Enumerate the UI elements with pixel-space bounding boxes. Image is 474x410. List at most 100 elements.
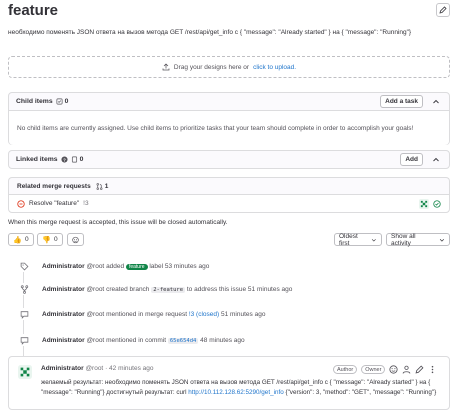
related-merge-requests-header: Related merge requests 1	[8, 177, 450, 194]
comment-icon	[18, 308, 30, 320]
avatar[interactable]	[18, 365, 32, 379]
comment-handle: @root	[85, 365, 104, 372]
comment-actions: Author Owner	[333, 365, 437, 374]
event-text: created branch	[106, 285, 150, 293]
comment-author[interactable]: Administrator	[41, 365, 84, 372]
upload-icon	[162, 63, 170, 71]
linked-items-header: Linked items ? 0 Add	[9, 151, 449, 168]
child-items-title: Child items	[16, 98, 53, 105]
collapse-linked-items-button[interactable]	[429, 153, 442, 166]
edit-button[interactable]	[436, 3, 450, 17]
event-text: added	[106, 262, 125, 270]
user-icon[interactable]	[402, 365, 411, 374]
smiley-icon	[72, 236, 79, 243]
comment-icon	[18, 334, 30, 346]
closed-icon	[17, 199, 25, 208]
comment-text: "message": "Running"} достигнутый резуль…	[41, 389, 187, 396]
merge-request-item[interactable]: Resolve "feature" !3	[8, 194, 450, 213]
pencil-icon[interactable]	[415, 365, 424, 374]
event-time: 51 minutes ago	[220, 310, 266, 318]
linked-items-count-value: 0	[79, 156, 84, 163]
avatar	[419, 198, 429, 209]
activity-filter-dropdown[interactable]: Show all activity	[386, 232, 450, 247]
chevron-up-icon	[432, 157, 439, 161]
thumbs-up-button[interactable]: 👍 0	[8, 233, 34, 246]
task-icon	[56, 98, 63, 105]
child-items-count: 0	[56, 98, 69, 105]
upload-link[interactable]: click to upload.	[253, 64, 296, 71]
author-badge: Author	[333, 365, 358, 374]
sort-dropdown[interactable]: Oldest first	[334, 232, 382, 247]
branch-icon	[18, 283, 30, 295]
branch-name[interactable]: 2-feature	[151, 286, 186, 293]
author-name[interactable]: Administrator	[42, 286, 85, 293]
page-title: feature	[8, 2, 59, 19]
issue-description: необходимо поменять JSON ответа на вызов…	[8, 29, 412, 36]
child-items-count-value: 0	[64, 98, 69, 105]
author-name[interactable]: Administrator	[42, 263, 85, 270]
commit-link[interactable]: 65e654d4	[167, 337, 199, 344]
link-icon	[71, 156, 77, 163]
author-name[interactable]: Administrator	[42, 337, 85, 344]
sort-label: Oldest first	[339, 232, 358, 247]
linked-items-title: Linked items	[16, 156, 58, 163]
owner-badge: Owner	[361, 365, 386, 374]
comment-card: Administrator @root · 42 minutes ago Aut…	[8, 356, 450, 410]
chevron-down-icon	[440, 238, 445, 242]
timeline-item: Administrator @root mentioned in commit …	[18, 334, 245, 346]
svg-text:?: ?	[63, 157, 66, 162]
child-items-empty-text: No child items are currently assigned. U…	[17, 124, 414, 132]
thumbs-down-button[interactable]: 👎 0	[37, 233, 63, 246]
add-linked-item-button[interactable]: Add	[400, 153, 423, 166]
add-task-button[interactable]: Add a task	[380, 95, 423, 108]
event-time: to address this issue 51 minutes ago	[186, 285, 293, 293]
related-mr-count: 1	[96, 182, 109, 190]
child-items-card: Child items 0 Add a task No child items …	[8, 92, 450, 145]
merge-request-note: When this merge request is accepted, thi…	[8, 219, 228, 226]
related-mr-title: Related merge requests	[17, 182, 91, 190]
chevron-down-icon	[372, 238, 377, 242]
author-handle: @root	[86, 262, 105, 270]
label-badge[interactable]: feature	[125, 263, 148, 270]
event-time: label 53 minutes ago	[149, 262, 210, 270]
status-success-icon	[433, 199, 441, 208]
dropzone-text: Drag your designs here or	[173, 63, 250, 71]
thumbs-up-count: 0	[25, 236, 29, 243]
thumbs-down-icon: 👎	[42, 236, 52, 244]
timeline-item: Administrator @root created branch 2-fea…	[18, 283, 292, 295]
author-handle: @root	[86, 336, 105, 344]
pencil-icon	[439, 6, 447, 14]
comment-header: Administrator @root · 42 minutes ago	[41, 365, 153, 372]
merge-request-link[interactable]: !3 (closed)	[189, 311, 219, 318]
author-handle: @root	[86, 310, 105, 318]
activity-filter-label: Show all activity	[391, 232, 416, 247]
author-name[interactable]: Administrator	[42, 311, 85, 318]
event-text: mentioned in merge request	[106, 310, 187, 318]
timeline-item: Administrator @root added feature label …	[18, 260, 209, 272]
comment-time[interactable]: · 42 minutes ago	[105, 365, 153, 372]
thumbs-up-icon: 👍	[13, 236, 23, 244]
child-items-header: Child items 0 Add a task	[9, 93, 449, 111]
merge-request-ref: !3	[83, 200, 89, 207]
linked-items-count: 0	[71, 156, 84, 163]
chevron-up-icon	[432, 99, 439, 103]
add-reaction-button[interactable]	[67, 233, 84, 246]
comment-url-link[interactable]: http://10.112.128.62:5290/get_info	[188, 389, 283, 396]
merge-request-title[interactable]: Resolve "feature"	[29, 200, 79, 207]
author-handle: @root	[86, 285, 105, 293]
merge-request-icon	[96, 182, 103, 190]
smiley-icon[interactable]	[389, 365, 398, 374]
comment-body-line-1: желаемый результат: необходимо поменять …	[41, 379, 431, 386]
more-actions-icon[interactable]	[428, 365, 437, 374]
event-text: mentioned in commit	[106, 336, 167, 344]
label-icon	[18, 260, 30, 272]
event-time: 48 minutes ago	[200, 336, 245, 344]
timeline-item: Administrator @root mentioned in merge r…	[18, 308, 265, 320]
design-dropzone[interactable]: Drag your designs here or click to uploa…	[8, 56, 450, 78]
thumbs-down-count: 0	[54, 236, 58, 243]
comment-body-line-2: "message": "Running"} достигнутый резуль…	[41, 389, 436, 396]
help-icon[interactable]: ?	[61, 156, 68, 163]
related-mr-count-value: 1	[104, 182, 109, 190]
linked-items-card: Linked items ? 0 Add	[8, 150, 450, 169]
collapse-child-items-button[interactable]	[429, 95, 442, 108]
